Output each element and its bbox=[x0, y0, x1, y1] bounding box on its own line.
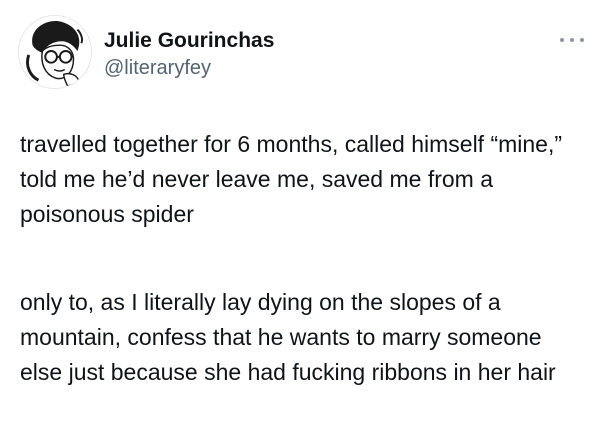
more-dot bbox=[580, 38, 584, 42]
author-handle[interactable]: @literaryfey bbox=[104, 56, 211, 80]
avatar-illustration bbox=[19, 16, 91, 88]
tweet-text-paragraph-2: only to, as I literally lay dying on the… bbox=[20, 289, 556, 385]
tweet-card: Julie Gourinchas @literaryfey travelled … bbox=[0, 0, 599, 446]
more-dot bbox=[570, 38, 574, 42]
tweet-text-paragraph-1: travelled together for 6 months, called … bbox=[20, 131, 569, 227]
avatar[interactable] bbox=[18, 15, 92, 89]
author-display-name[interactable]: Julie Gourinchas bbox=[104, 28, 274, 54]
more-dot bbox=[560, 38, 564, 42]
more-options-icon[interactable] bbox=[560, 34, 584, 46]
